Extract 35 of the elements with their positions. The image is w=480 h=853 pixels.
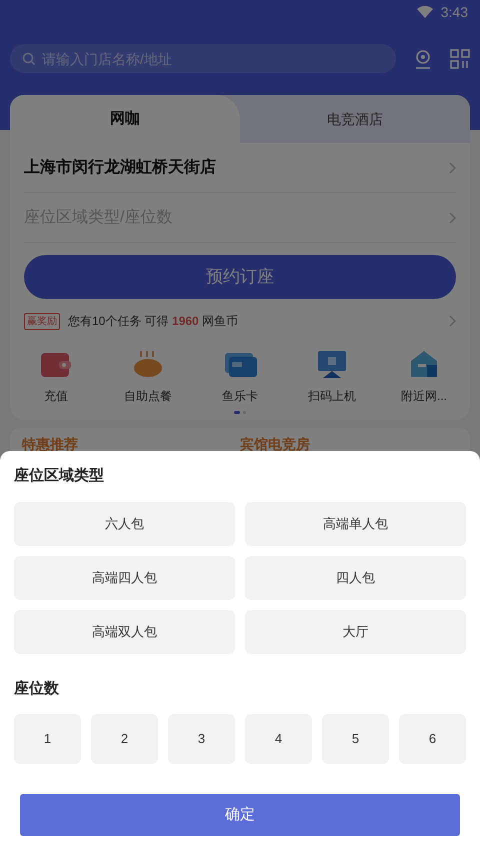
chevron-icon [448,212,456,224]
reward-tag: 赢奖励 [24,312,60,330]
seat-count-option[interactable]: 4 [245,714,312,764]
shortcut-label[interactable]: 附近网... [400,387,447,405]
search-icon [22,52,36,66]
confirm-button[interactable]: 确定 [20,794,460,836]
section-title: 宾馆电竞房 [240,435,311,454]
food-bowl-icon [131,349,165,379]
wifi-icon [416,6,433,18]
tab[interactable]: 网咖 [10,95,240,143]
chevron-icon [448,315,456,327]
grid-menu-icon[interactable] [450,48,470,68]
seat-count-option[interactable]: 5 [322,714,389,764]
section-heading: 座位数 [14,678,60,698]
seat-count-option[interactable]: 3 [168,714,235,764]
area-option[interactable]: 六人包 [14,502,235,546]
area-option[interactable]: 高端单人包 [245,502,466,546]
chevron-icon [448,162,456,174]
section-title: 特惠推荐 [22,435,79,454]
shortcut-label[interactable]: 鱼乐卡 [222,387,258,405]
area-option[interactable]: 高端双人包 [14,610,235,654]
section-heading: 座位区域类型 [14,466,105,486]
seat-count-option[interactable]: 1 [14,714,81,764]
seat-count-option[interactable]: 2 [91,714,158,764]
seat-count-option[interactable]: 6 [399,714,466,764]
monitor-icon [315,349,349,379]
area-option[interactable]: 四人包 [245,556,466,600]
area-option[interactable]: 大厅 [245,610,466,654]
shortcut-label[interactable]: 扫码上机 [308,387,356,405]
store-name[interactable]: 上海市闵行龙湖虹桥天街店 [24,156,216,180]
task-text: 您有10个任务 可得 1960 网鱼币 [68,313,240,330]
area-option[interactable]: 高端四人包 [14,556,235,600]
status-time: 3:43 [440,2,468,22]
shortcut-label[interactable]: 自助点餐 [124,387,172,405]
shortcut-label[interactable]: 充值 [44,387,68,405]
